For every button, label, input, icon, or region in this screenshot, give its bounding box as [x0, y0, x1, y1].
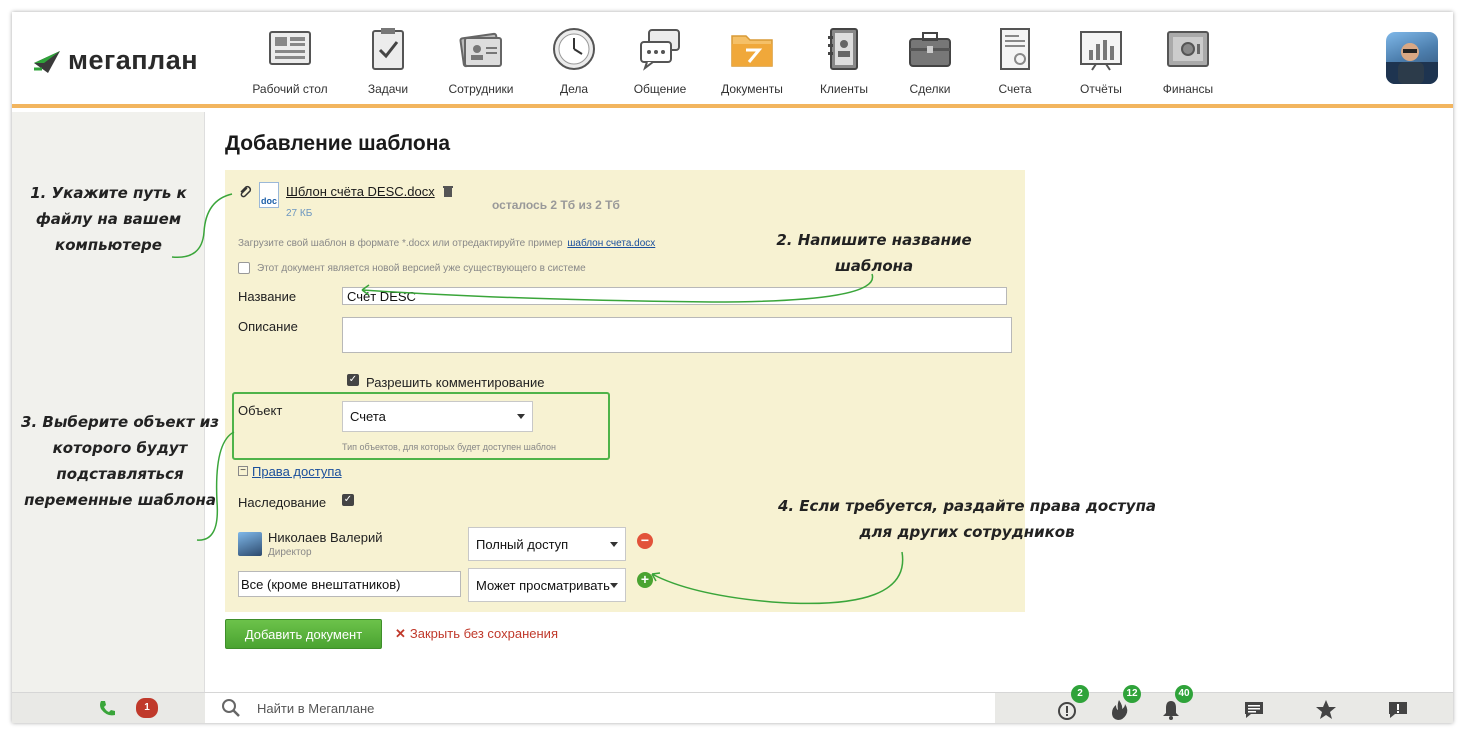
annotation-step-1: 1. Укажите путь к файлу на вашем компьют…	[16, 180, 201, 258]
annotation-line: 4. Если требуется, раздайте права доступ…	[777, 497, 1157, 515]
annotation-line: файлу на вашем	[35, 210, 182, 228]
annotation-line: которого будут	[52, 439, 188, 457]
annotation-line: шаблона	[834, 257, 914, 275]
annotation-arrows	[171, 193, 904, 605]
annotation-arrow-4	[651, 551, 904, 605]
annotation-line: для других сотрудников	[859, 523, 1075, 541]
annotation-line: 3. Выберите объект из	[21, 413, 219, 431]
annotation-line: компьютере	[55, 236, 162, 254]
annotation-step-2: 2. Напишите название шаблона	[764, 227, 984, 279]
app-window: мегаплан Рабочий стол Задачи Сотрудники …	[12, 12, 1453, 723]
annotation-line: 2. Напишите название	[776, 231, 972, 249]
annotation-line: 1. Укажите путь к	[30, 184, 187, 202]
annotation-line: подставляться	[56, 465, 184, 483]
annotation-line: переменные шаблона	[24, 491, 216, 509]
annotation-step-4: 4. Если требуется, раздайте права доступ…	[757, 493, 1177, 545]
annotation-step-3: 3. Выберите объект из которого будут под…	[12, 409, 228, 513]
